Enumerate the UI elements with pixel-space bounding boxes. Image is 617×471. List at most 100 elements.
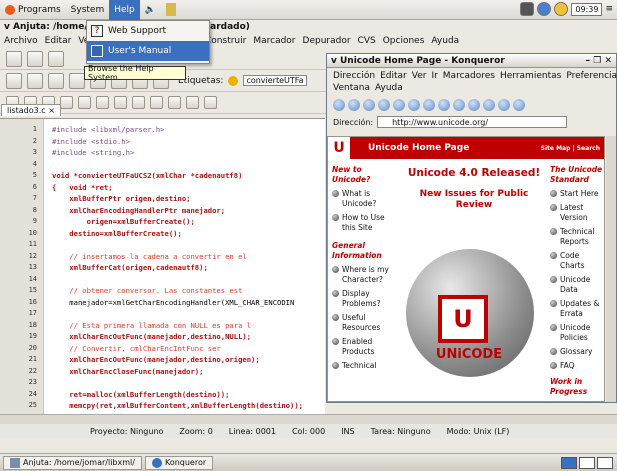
monitor-icon[interactable] bbox=[520, 2, 535, 16]
code-line: xmlBufferPtr origen,destino; bbox=[52, 194, 191, 203]
nav-item[interactable]: Technical bbox=[332, 361, 394, 371]
code-line: xmlCharEncOutFunc(manejador,destino,NULL… bbox=[52, 332, 252, 341]
tooltip: Browse the Help System bbox=[84, 64, 186, 82]
kmenu-direccion[interactable]: Dirección bbox=[333, 70, 375, 82]
system-menu[interactable]: System bbox=[66, 0, 110, 20]
nav-item[interactable]: Start Here bbox=[550, 189, 604, 199]
nav-item[interactable]: Latest Version bbox=[550, 203, 604, 223]
help-menu[interactable]: Help bbox=[109, 0, 140, 20]
kmenu-ir[interactable]: Ir bbox=[431, 70, 437, 82]
network-icon[interactable] bbox=[537, 2, 552, 16]
open-folder-icon[interactable] bbox=[27, 50, 43, 67]
menu-ayuda[interactable]: Ayuda bbox=[431, 36, 459, 46]
print-icon[interactable] bbox=[468, 99, 480, 111]
nav-item[interactable]: How to Use this Site bbox=[332, 213, 394, 233]
nav-item[interactable]: Useful Resources bbox=[332, 313, 394, 333]
bullet-icon bbox=[332, 266, 339, 273]
nav-item[interactable]: Updates & Errata bbox=[550, 299, 604, 319]
weather-icon[interactable] bbox=[554, 2, 569, 16]
nav-item[interactable]: Unicode Data bbox=[550, 275, 604, 295]
task-konqueror[interactable]: Konqueror bbox=[144, 455, 214, 470]
paste-icon[interactable] bbox=[453, 99, 465, 111]
menu-marcador[interactable]: Marcador bbox=[253, 36, 295, 46]
task-anjuta[interactable]: Anjuta: /home/jomar/libxml/ bbox=[3, 455, 142, 470]
site-links[interactable]: Site Map | Search bbox=[541, 145, 604, 152]
clock[interactable]: 09:39 bbox=[571, 2, 603, 16]
unicode-logo-icon[interactable]: U bbox=[328, 137, 350, 159]
stop-icon[interactable] bbox=[408, 99, 420, 111]
window-controls[interactable]: – ❐ ✕ bbox=[586, 56, 616, 66]
zoom-icon[interactable] bbox=[483, 99, 495, 111]
url-field[interactable]: http://www.unicode.org/ bbox=[377, 116, 568, 128]
nav-item[interactable]: What is Unicode? bbox=[332, 189, 394, 209]
web-page: U Unicode Home Page Site Map | Search Ne… bbox=[327, 136, 605, 402]
save-icon[interactable] bbox=[48, 50, 64, 67]
tab-listado3[interactable]: listado3.c × bbox=[1, 104, 61, 116]
line-number: 11 bbox=[28, 240, 37, 248]
code-line: manejador=xmlGetCharEncodingHandler(XML_… bbox=[52, 297, 295, 307]
kmenu-editar[interactable]: Editar bbox=[380, 70, 407, 82]
horizontal-scrollbar[interactable] bbox=[0, 414, 617, 424]
gnome-foot-icon bbox=[5, 4, 15, 15]
editor-tabs: listado3.c × bbox=[0, 101, 325, 116]
status-task: Tarea: Ninguno bbox=[370, 426, 431, 436]
panel-menu-icon[interactable]: ≡ bbox=[605, 4, 613, 14]
new-file-icon[interactable] bbox=[6, 50, 22, 67]
nav-item[interactable]: Where is my Character? bbox=[332, 265, 394, 285]
kmenu-herramientas[interactable]: Herramientas bbox=[500, 70, 561, 82]
menu-cvs[interactable]: CVS bbox=[358, 36, 376, 46]
zoom-out-icon[interactable] bbox=[513, 99, 525, 111]
code-line: // Convertir, cmlCharEncIntFunc ser bbox=[52, 343, 221, 353]
forward-icon[interactable] bbox=[363, 99, 375, 111]
nav-item[interactable]: Glossary bbox=[550, 347, 604, 357]
code-editor[interactable]: 1 2 3 4 5 6 7 8 9 10 11 12 13 14 15 16 17 18 19 20 21 22 23 24 2… bbox=[0, 118, 325, 415]
menu-archivo[interactable]: Archivo bbox=[4, 36, 38, 46]
work-heading: Work in Progress bbox=[550, 377, 588, 396]
nav-item[interactable]: Unicode Policies bbox=[550, 323, 604, 343]
headline[interactable]: Unicode 4.0 Released! bbox=[404, 167, 544, 179]
kmenu-ayuda[interactable]: Ayuda bbox=[375, 82, 403, 94]
reload-icon[interactable] bbox=[393, 99, 405, 111]
programs-menu[interactable]: Programs bbox=[0, 0, 66, 20]
menu-item-users-manual[interactable]: User's Manual bbox=[87, 41, 209, 61]
toolbar-icon[interactable] bbox=[48, 72, 64, 89]
back-icon[interactable] bbox=[348, 99, 360, 111]
home-icon[interactable] bbox=[378, 99, 390, 111]
help-icon: ? bbox=[91, 25, 103, 37]
etiquetas-combo[interactable]: convierteUTFa bbox=[243, 75, 307, 86]
up-icon[interactable] bbox=[333, 99, 345, 111]
menu-opciones[interactable]: Opciones bbox=[383, 36, 425, 46]
kmenu-marcadores[interactable]: Marcadores bbox=[443, 70, 495, 82]
cut-icon[interactable] bbox=[423, 99, 435, 111]
konqueror-icon bbox=[151, 457, 162, 468]
location-label: Dirección: bbox=[333, 117, 374, 127]
toolbar-icon[interactable] bbox=[6, 72, 22, 89]
kmenu-ventana[interactable]: Ventana bbox=[333, 82, 370, 94]
menu-editar[interactable]: Editar bbox=[45, 36, 72, 46]
line-number: 10 bbox=[28, 228, 37, 237]
nav-item[interactable]: Enabled Products bbox=[332, 337, 394, 357]
nav-item[interactable]: Display Problems? bbox=[332, 289, 394, 309]
bullet-icon bbox=[550, 300, 557, 307]
launcher-icon[interactable] bbox=[161, 0, 181, 20]
copy-icon[interactable] bbox=[438, 99, 450, 111]
taskbar: Anjuta: /home/jomar/libxml/ Konqueror bbox=[0, 453, 617, 471]
toolbar-icon[interactable] bbox=[27, 72, 43, 89]
zoom-in-icon[interactable] bbox=[498, 99, 510, 111]
menu-depurador[interactable]: Depurador bbox=[303, 36, 351, 46]
nav-item[interactable]: Technical Reports bbox=[550, 227, 604, 247]
workspace-switcher[interactable] bbox=[561, 456, 613, 469]
menu-item-web-support[interactable]: ? Web Support bbox=[87, 21, 209, 41]
kmenu-preferencias[interactable]: Preferencias bbox=[566, 70, 617, 82]
kmenu-ver[interactable]: Ver bbox=[412, 70, 427, 82]
menu-construir[interactable]: Construir bbox=[205, 36, 246, 46]
code-line: xmlCharEncOutFunc(manejador,destino,orig… bbox=[52, 355, 260, 364]
code-line: void *convierteUTFaUCS2(xmlChar *cadenau… bbox=[52, 171, 243, 180]
volume-icon[interactable]: 🔈 bbox=[140, 0, 161, 20]
subhead[interactable]: New Issues for Public Review bbox=[404, 189, 544, 211]
line-number: 18 bbox=[28, 320, 37, 329]
toolbar-icon[interactable] bbox=[69, 72, 85, 89]
nav-item[interactable]: Code Charts bbox=[550, 251, 604, 271]
nav-item[interactable]: FAQ bbox=[550, 361, 604, 371]
page-scrollbar[interactable] bbox=[606, 136, 616, 402]
